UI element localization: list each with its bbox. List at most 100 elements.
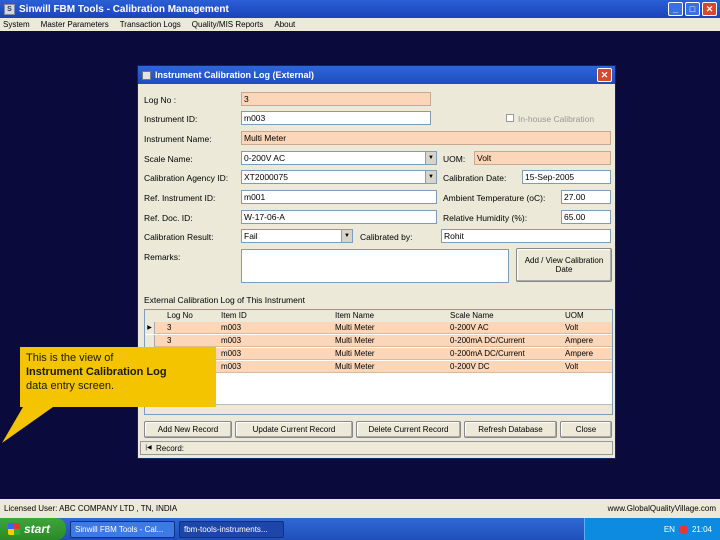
record-navigator: |◀ Record: <box>140 441 613 455</box>
grid-header-item-id: Item ID <box>221 311 247 320</box>
table-cell: m003 <box>221 349 242 358</box>
table-cell: 0-200mA DC/Current <box>450 349 525 358</box>
table-row[interactable]: ▶ 3 m003 Multi Meter 0-200V AC Volt <box>145 322 612 334</box>
table-cell: 3 <box>167 323 172 332</box>
ref-instrument-id-label: Ref. Instrument ID: <box>144 193 216 203</box>
table-cell: Volt <box>565 362 579 371</box>
table-cell: Ampere <box>565 336 594 345</box>
row-selector-icon <box>145 335 155 347</box>
row-selector-icon: ▶ <box>145 322 155 334</box>
add-view-calibration-date-button[interactable]: Add / View Calibration Date <box>516 248 612 282</box>
windows-logo-icon <box>8 523 20 535</box>
dialog-title-bar: Instrument Calibration Log (External) <box>138 66 615 84</box>
instrument-name-label: Instrument Name: <box>144 134 212 144</box>
grid-header-item-name: Item Name <box>335 311 375 320</box>
ref-instrument-id-field[interactable]: m001 <box>241 190 437 204</box>
licensed-user-text: Licensed User: ABC COMPANY LTD , TN, IND… <box>4 504 178 513</box>
ref-doc-id-label: Ref. Doc. ID: <box>144 213 193 223</box>
tray-status-icon[interactable] <box>678 524 688 534</box>
log-no-label: Log No : <box>144 95 177 105</box>
dialog-close-button[interactable]: ✕ <box>597 68 612 82</box>
ambient-temperature-label: Ambient Temperature (oC): <box>443 193 546 203</box>
grid-header-row: Log No Item ID Item Name Scale Name UOM <box>145 310 612 322</box>
instrument-name-field[interactable]: Multi Meter <box>241 131 611 145</box>
menu-bar: System Master Parameters Transaction Log… <box>0 18 720 31</box>
menu-system[interactable]: System <box>3 20 30 29</box>
delete-current-record-button[interactable]: Delete Current Record <box>356 421 461 438</box>
add-new-record-button[interactable]: Add New Record <box>144 421 232 438</box>
start-label: start <box>24 522 51 536</box>
agency-id-value: XT2000075 <box>244 172 288 182</box>
taskbar-item-instruments[interactable]: fbm-tools-instruments... <box>179 520 284 538</box>
start-button[interactable]: start <box>0 518 66 540</box>
menu-transaction-logs[interactable]: Transaction Logs <box>120 20 181 29</box>
inhouse-label: In-house Calibration <box>518 114 595 124</box>
calibrated-by-label: Calibrated by: <box>360 232 413 242</box>
table-cell: 0-200V DC <box>450 362 490 371</box>
table-cell: 3 <box>167 336 172 345</box>
remarks-label: Remarks: <box>144 252 181 262</box>
scale-name-value: 0-200V AC <box>244 153 286 163</box>
callout-line-2: Instrument Calibration Log <box>26 365 167 378</box>
grid-caption: External Calibration Log of This Instrum… <box>144 295 305 305</box>
table-cell: Multi Meter <box>335 362 375 371</box>
website-text: www.GlobalQualityVillage.com <box>607 504 716 513</box>
language-indicator[interactable]: EN <box>664 525 675 534</box>
dialog-close-form-button[interactable]: Close <box>560 421 612 438</box>
table-cell: 0-200V AC <box>450 323 489 332</box>
agency-id-select[interactable]: XT2000075 ▼ <box>241 170 437 184</box>
chevron-down-icon[interactable]: ▼ <box>341 230 352 242</box>
update-current-record-button[interactable]: Update Current Record <box>235 421 353 438</box>
minimize-button[interactable]: _ <box>668 2 683 16</box>
calibrated-by-field[interactable]: Rohit <box>441 229 611 243</box>
log-no-field[interactable]: 3 <box>241 92 431 106</box>
callout-line-1: This is the view of <box>26 352 114 364</box>
dialog-title: Instrument Calibration Log (External) <box>155 70 315 80</box>
callout-line-3: data entry screen. <box>26 379 115 392</box>
app-title: Sinwill FBM Tools - Calibration Manageme… <box>19 3 229 15</box>
scale-name-label: Scale Name: <box>144 154 193 164</box>
agency-id-label: Calibration Agency ID: <box>144 173 229 183</box>
taskbar: start Sinwill FBM Tools - Cal... fbm-too… <box>0 518 720 540</box>
clock: 21:04 <box>691 524 712 534</box>
taskbar-item-calibration[interactable]: Sinwill FBM Tools - Cal... <box>70 520 175 538</box>
ref-doc-id-field[interactable]: W-17-06-A <box>241 210 437 224</box>
uom-label: UOM: <box>443 154 466 164</box>
calibration-result-select[interactable]: Fail ▼ <box>241 229 353 243</box>
table-cell: Multi Meter <box>335 336 375 345</box>
ambient-temperature-field[interactable]: 27.00 <box>561 190 611 204</box>
form-icon <box>142 70 151 80</box>
instrument-id-field[interactable]: m003 <box>241 111 431 125</box>
close-button[interactable]: ✕ <box>702 2 717 16</box>
annotation-callout: This is the view of Instrument Calibrati… <box>20 347 216 407</box>
uom-field[interactable]: Volt <box>474 151 611 165</box>
table-cell: Ampere <box>565 349 594 358</box>
grid-header-log-no: Log No <box>167 311 193 320</box>
instrument-id-label: Instrument ID: <box>144 114 198 124</box>
status-bar: Licensed User: ABC COMPANY LTD , TN, IND… <box>0 499 720 518</box>
grid-header-uom: UOM <box>565 311 584 320</box>
inhouse-checkbox[interactable] <box>506 114 514 122</box>
chevron-down-icon[interactable]: ▼ <box>425 152 436 164</box>
table-cell: m003 <box>221 362 242 371</box>
table-row[interactable]: 3 m003 Multi Meter 0-200mA DC/Current Am… <box>145 335 612 347</box>
remarks-textarea[interactable] <box>241 249 509 283</box>
relative-humidity-field[interactable]: 65.00 <box>561 210 611 224</box>
chevron-down-icon[interactable]: ▼ <box>425 171 436 183</box>
grid-header-scale-name: Scale Name <box>450 311 494 320</box>
first-record-icon[interactable]: |◀ <box>144 444 153 453</box>
table-cell: m003 <box>221 323 242 332</box>
menu-about[interactable]: About <box>274 20 295 29</box>
relative-humidity-label: Relative Humidity (%): <box>443 213 528 223</box>
calibration-result-label: Calibration Result: <box>144 232 214 242</box>
refresh-database-button[interactable]: Refresh Database <box>464 421 557 438</box>
maximize-button[interactable]: □ <box>685 2 700 16</box>
system-tray: EN 21:04 <box>584 518 720 540</box>
calibration-date-field[interactable]: 15-Sep-2005 <box>522 170 611 184</box>
scale-name-select[interactable]: 0-200V AC ▼ <box>241 151 437 165</box>
calibration-date-label: Calibration Date: <box>443 173 507 183</box>
app-title-bar: S Sinwill FBM Tools - Calibration Manage… <box>0 0 720 18</box>
menu-master-parameters[interactable]: Master Parameters <box>41 20 109 29</box>
table-cell: Multi Meter <box>335 349 375 358</box>
menu-quality-reports[interactable]: Quality/MIS Reports <box>192 20 264 29</box>
